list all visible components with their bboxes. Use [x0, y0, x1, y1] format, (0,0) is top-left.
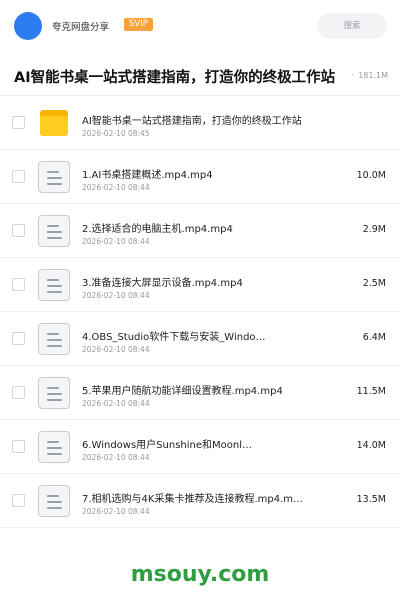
page-title: AI智能书桌一站式搭建指南，打造你的终极工作站 [14, 70, 336, 86]
file-name: 2.选择适合的电脑主机.mp4.mp4 [82, 224, 233, 235]
file-name: 1.AI书桌搭建概述.mp4.mp4 [82, 170, 213, 181]
file-date: 2026-02-10 08:45 [82, 129, 150, 138]
row-checkbox[interactable] [12, 170, 25, 183]
row-checkbox[interactable] [12, 494, 25, 507]
file-date: 2026-02-10 08:44 [82, 237, 150, 246]
list-item[interactable]: 5.苹果用户随航功能详细设置教程.mp4.mp4 2026-02-10 08:4… [0, 366, 400, 420]
document-icon [38, 431, 70, 463]
row-checkbox[interactable] [12, 332, 25, 345]
file-date: 2026-02-10 08:44 [82, 345, 150, 354]
file-name: 3.准备连接大屏显示设备.mp4.mp4 [82, 278, 243, 289]
file-size: 10.0M [356, 170, 386, 181]
file-date: 2026-02-10 08:44 [82, 291, 150, 300]
file-name: 6.Windows用户Sunshine和Moonl… [82, 440, 252, 451]
file-size: 6.4M [362, 332, 386, 343]
total-size: · 181.1M [352, 71, 388, 80]
share-header: 夸克网盘分享 SVIP 搜索 [0, 0, 400, 52]
list-item[interactable]: 1.AI书桌搭建概述.mp4.mp4 2026-02-10 08:44 10.0… [0, 150, 400, 204]
row-checkbox[interactable] [12, 440, 25, 453]
file-size: 2.5M [362, 278, 386, 289]
file-date: 2026-02-10 08:44 [82, 183, 150, 192]
file-list: AI智能书桌一站式搭建指南，打造你的终极工作站 2026-02-10 08:45… [0, 96, 400, 528]
file-date: 2026-02-10 08:44 [82, 507, 150, 516]
file-name: 5.苹果用户随航功能详细设置教程.mp4.mp4 [82, 386, 283, 397]
avatar[interactable] [14, 12, 42, 40]
file-size: 2.9M [362, 224, 386, 235]
document-icon [38, 269, 70, 301]
search-input[interactable]: 搜索 [317, 13, 387, 39]
file-name: AI智能书桌一站式搭建指南，打造你的终极工作站 [82, 116, 302, 127]
row-checkbox[interactable] [12, 278, 25, 291]
file-size: 11.5M [356, 386, 386, 397]
file-size: 14.0M [356, 440, 386, 451]
file-date: 2026-02-10 08:44 [82, 399, 150, 408]
list-item[interactable]: 3.准备连接大屏显示设备.mp4.mp4 2026-02-10 08:44 2.… [0, 258, 400, 312]
row-checkbox[interactable] [12, 224, 25, 237]
list-item[interactable]: 2.选择适合的电脑主机.mp4.mp4 2026-02-10 08:44 2.9… [0, 204, 400, 258]
document-icon [38, 377, 70, 409]
watermark: msouy.com [130, 562, 270, 587]
total-size-value: 181.1M [358, 71, 388, 80]
document-icon [38, 161, 70, 193]
row-checkbox[interactable] [12, 116, 25, 129]
user-name: 夸克网盘分享 [52, 22, 110, 33]
file-size: 13.5M [356, 494, 386, 505]
list-item[interactable]: 4.OBS_Studio软件下载与安装_Windo… 2026-02-10 08… [0, 312, 400, 366]
share-title-bar: AI智能书桌一站式搭建指南，打造你的终极工作站 · 181.1M [0, 56, 400, 96]
file-name: 4.OBS_Studio软件下载与安装_Windo… [82, 332, 266, 343]
file-name: 7.相机选购与4K采集卡推荐及连接教程.mp4.m… [82, 494, 304, 505]
row-checkbox[interactable] [12, 386, 25, 399]
list-item[interactable]: AI智能书桌一站式搭建指南，打造你的终极工作站 2026-02-10 08:45 [0, 96, 400, 150]
document-icon [38, 485, 70, 517]
list-item[interactable]: 6.Windows用户Sunshine和Moonl… 2026-02-10 08… [0, 420, 400, 474]
file-date: 2026-02-10 08:44 [82, 453, 150, 462]
separator-dot: · [351, 71, 355, 80]
document-icon [38, 215, 70, 247]
folder-icon [38, 107, 70, 139]
document-icon [38, 323, 70, 355]
list-item[interactable]: 7.相机选购与4K采集卡推荐及连接教程.mp4.m… 2026-02-10 08… [0, 474, 400, 528]
vip-badge: SVIP [124, 18, 153, 31]
